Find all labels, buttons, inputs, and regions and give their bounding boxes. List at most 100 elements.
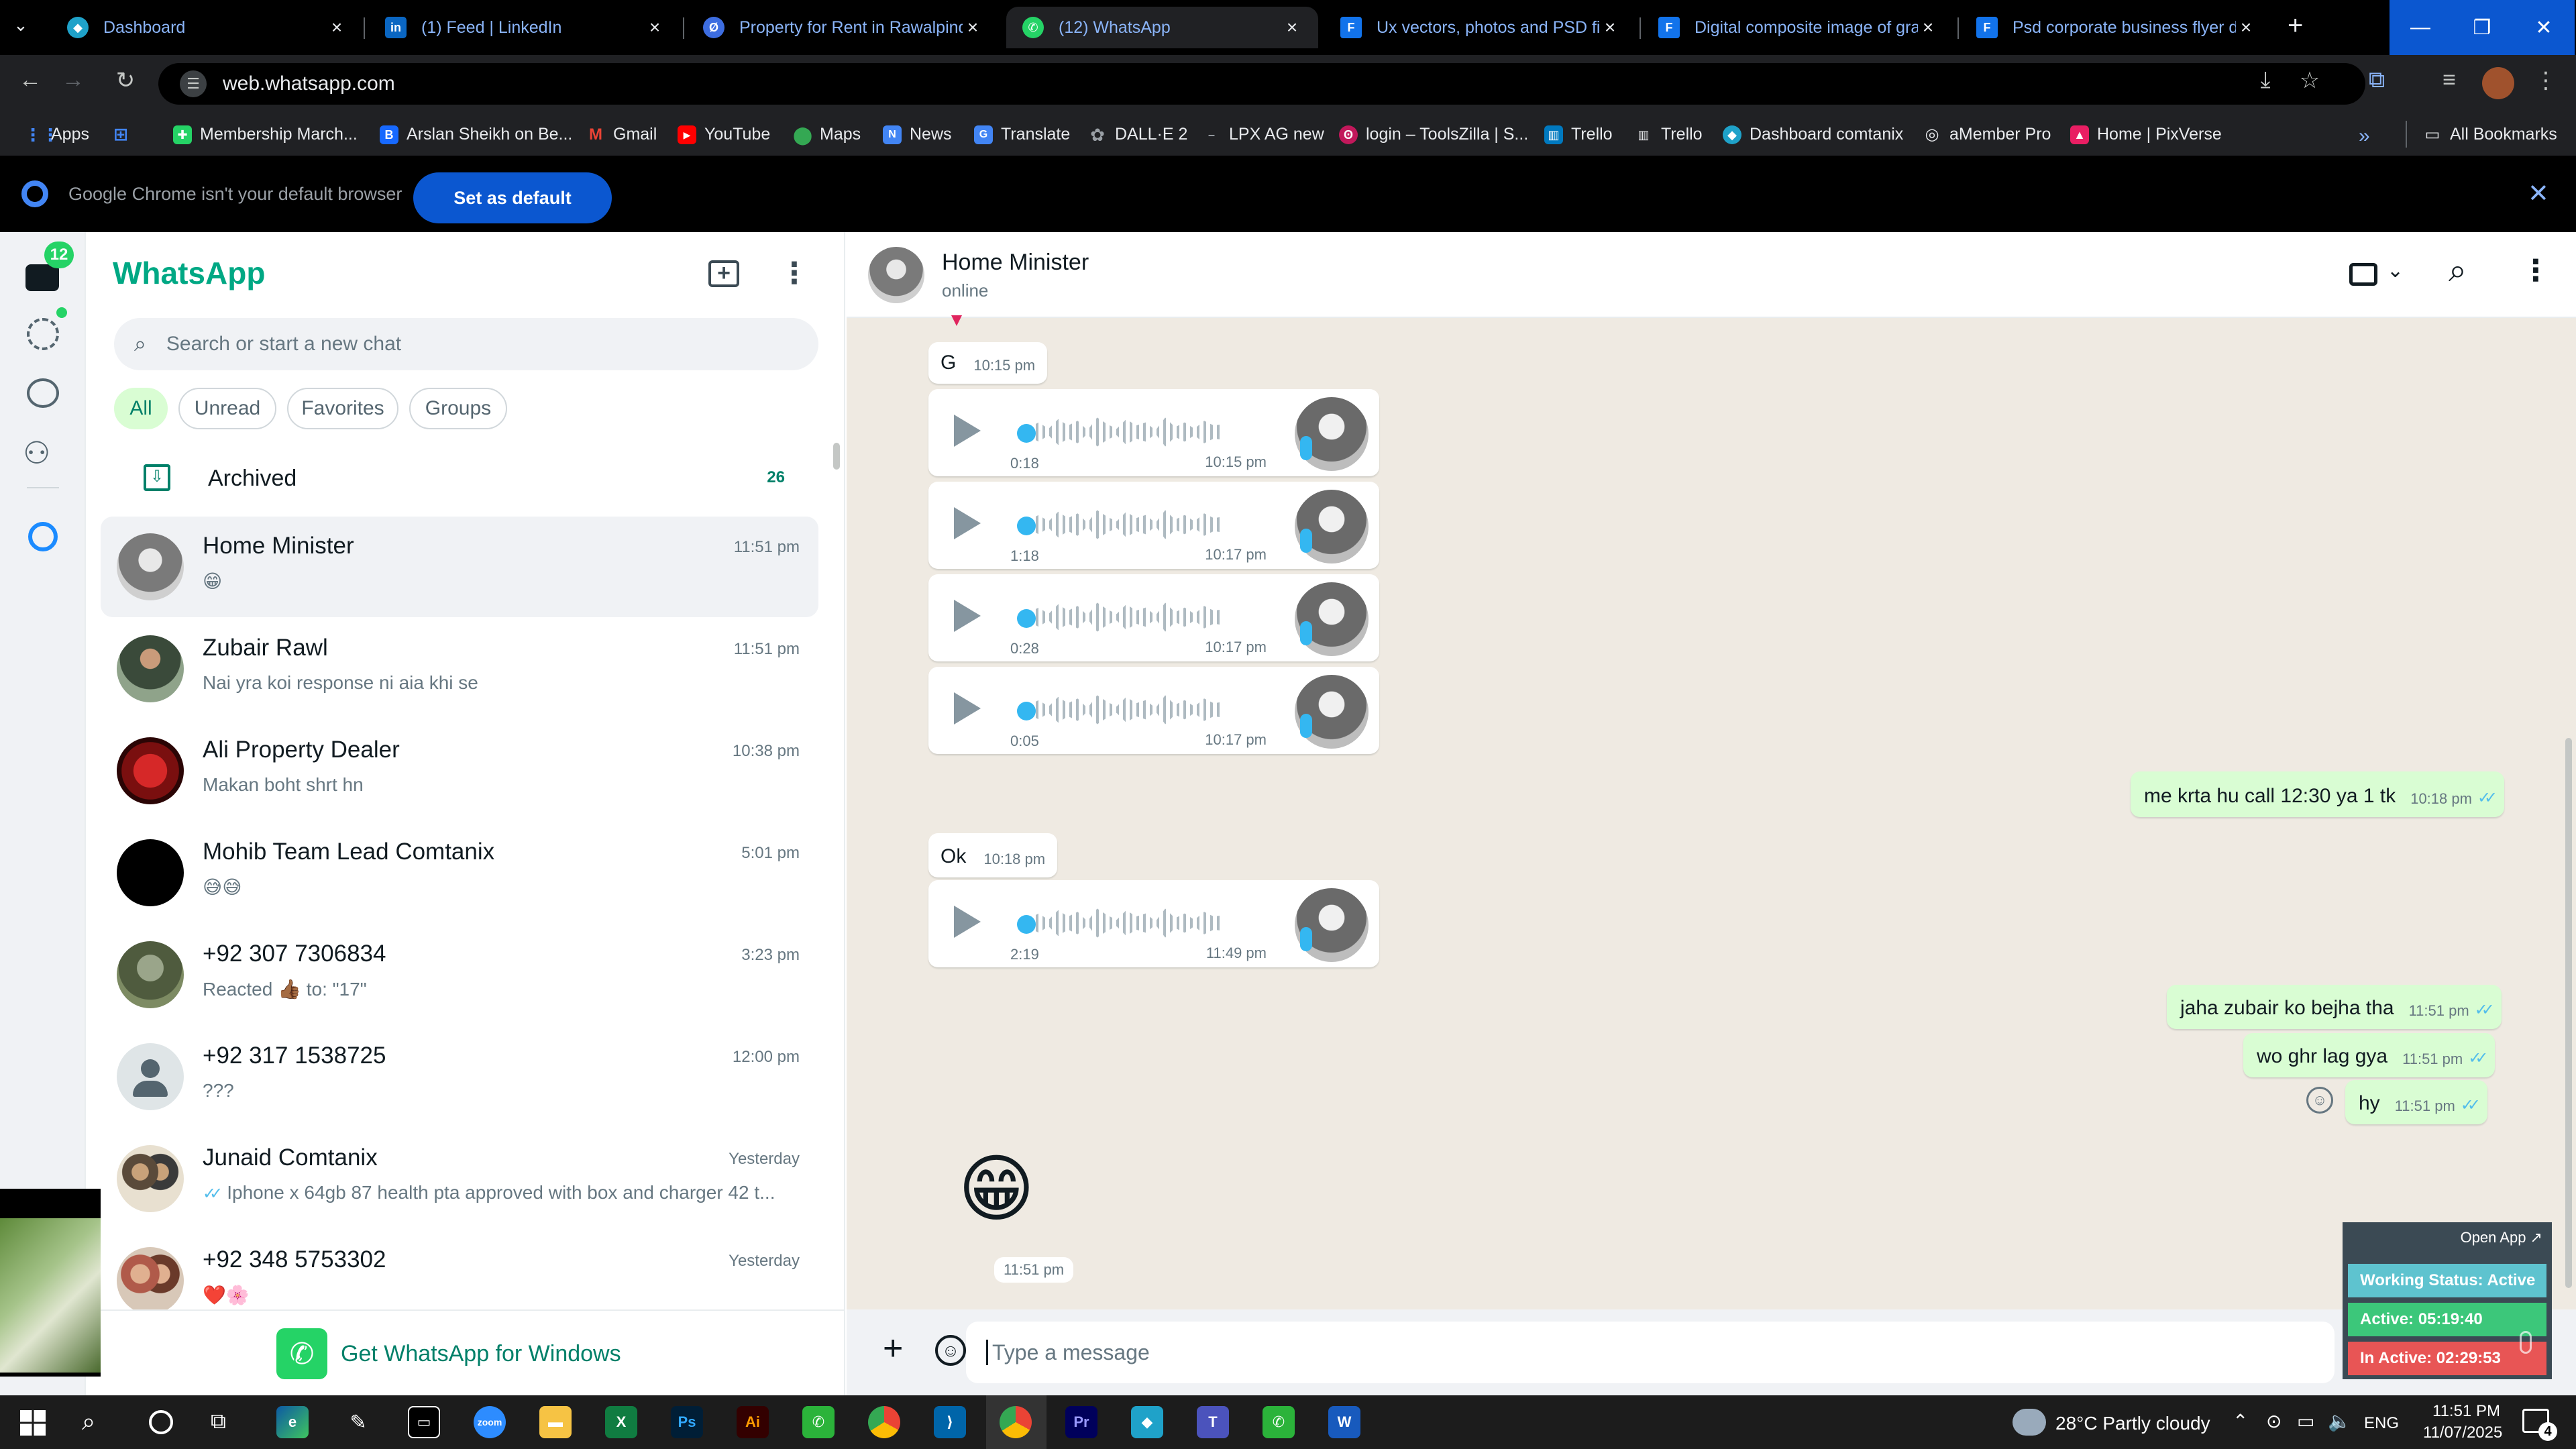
get-whatsapp-windows-link[interactable]: ✆ Get WhatsApp for Windows: [276, 1328, 621, 1379]
bookmark-lpx[interactable]: – LPX AG new: [1202, 125, 1324, 144]
message-outgoing[interactable]: me krta hu call 12:30 ya 1 tk 10:18 pm ✓…: [2131, 771, 2505, 817]
bookmark-news[interactable]: N News: [883, 125, 952, 144]
playhead[interactable]: [1017, 424, 1036, 443]
volume-icon[interactable]: 🔈: [2328, 1410, 2351, 1432]
archived-row[interactable]: ⇩ Archived 26: [101, 453, 818, 503]
voice-message[interactable]: 2:19 11:49 pm: [928, 880, 1379, 967]
new-chat-icon[interactable]: +: [708, 260, 739, 287]
voice-message[interactable]: 0:28 10:17 pm: [928, 574, 1379, 661]
close-infobar-icon[interactable]: ✕: [2528, 178, 2549, 209]
conversation-header[interactable]: Home Minister online ⌄ ⌕ ⋮: [847, 232, 2576, 318]
chat-row[interactable]: +92 307 7306834 Reacted 👍🏾 to: "17" 3:23…: [101, 924, 818, 1025]
message-outgoing[interactable]: hy 11:51 pm ✓✓: [2345, 1080, 2488, 1124]
filter-groups[interactable]: Groups: [409, 388, 507, 429]
tab-whatsapp[interactable]: ✆ (12) WhatsApp ×: [1006, 7, 1318, 48]
filter-unread[interactable]: Unread: [178, 388, 276, 429]
bookmark-behance[interactable]: B Arslan Sheikh on Be...: [380, 125, 572, 144]
chat-row[interactable]: Home Minister 😁 11:51 pm: [101, 517, 818, 617]
address-bar[interactable]: ☰ web.whatsapp.com: [158, 63, 2365, 105]
message-outgoing[interactable]: wo ghr lag gya 11:51 pm ✓✓: [2243, 1033, 2496, 1077]
reload-icon[interactable]: ↻: [109, 67, 142, 94]
message-incoming[interactable]: G 10:15 pm: [928, 342, 1048, 384]
edge-icon[interactable]: e: [276, 1406, 309, 1438]
playhead[interactable]: [1017, 915, 1036, 934]
filter-all[interactable]: All: [114, 388, 168, 429]
menu-kebab-icon[interactable]: ⋮: [2521, 254, 2551, 288]
bookmark-toolszilla[interactable]: ʘ login – ToolsZilla | S...: [1339, 125, 1528, 144]
minimize-button[interactable]: —: [2390, 0, 2451, 55]
file-explorer-icon[interactable]: ▬: [539, 1406, 572, 1438]
status-icon[interactable]: [27, 318, 59, 350]
close-icon[interactable]: ×: [1918, 17, 1938, 38]
open-app-link[interactable]: Open App ↗: [2461, 1229, 2542, 1246]
play-icon[interactable]: [954, 415, 981, 447]
bookmark-trello-2[interactable]: ▥ Trello: [1634, 125, 1702, 144]
vscode-icon[interactable]: ⟩: [934, 1406, 966, 1438]
teams-icon[interactable]: T: [1197, 1406, 1229, 1438]
tab-digital-composite[interactable]: F Digital composite image of gra ×: [1642, 7, 1954, 48]
bookmark-youtube[interactable]: ▶ YouTube: [678, 125, 770, 144]
clock-time[interactable]: 11:51 PM: [2432, 1402, 2500, 1421]
language-indicator[interactable]: ENG: [2364, 1414, 2399, 1433]
search-icon[interactable]: ⌕: [2449, 252, 2467, 290]
pen-tool-icon[interactable]: ✎: [342, 1406, 374, 1438]
tab-search-chevron-icon[interactable]: ⌄: [13, 15, 28, 36]
waveform[interactable]: [1029, 908, 1224, 938]
bookmark-membership[interactable]: ✚ Membership March...: [173, 125, 358, 144]
playhead[interactable]: [1017, 517, 1036, 535]
waveform[interactable]: [1029, 695, 1224, 724]
illustrator-icon[interactable]: Ai: [737, 1406, 769, 1438]
tab-linkedin[interactable]: in (1) Feed | LinkedIn ×: [369, 7, 681, 48]
emoji-message[interactable]: 😁: [958, 1152, 1035, 1226]
site-settings-icon[interactable]: ☰: [180, 70, 207, 97]
channels-icon[interactable]: [27, 378, 59, 408]
bookmark-pixverse[interactable]: ▲ Home | PixVerse: [2070, 125, 2222, 144]
chevron-down-icon[interactable]: ⌄: [2387, 259, 2404, 282]
react-emoji-icon[interactable]: ☺: [2306, 1087, 2333, 1114]
vpn-icon[interactable]: ⊙: [2266, 1410, 2282, 1432]
voice-message[interactable]: 0:18 10:15 pm: [928, 389, 1379, 476]
word-icon[interactable]: W: [1328, 1406, 1360, 1438]
bookmark-trello-1[interactable]: ▥ Trello: [1544, 125, 1613, 144]
chat-row[interactable]: Mohib Team Lead Comtanix 😅😅 5:01 pm: [101, 822, 818, 923]
profile-avatar[interactable]: [2482, 67, 2514, 99]
conversation-scrollbar[interactable]: [2565, 738, 2572, 1288]
chrome-icon[interactable]: [868, 1406, 900, 1438]
play-icon[interactable]: [954, 692, 981, 724]
voice-message[interactable]: 1:18 10:17 pm: [928, 482, 1379, 569]
cortana-icon[interactable]: [149, 1410, 173, 1434]
mic-icon[interactable]: [2520, 1331, 2532, 1354]
clock-date[interactable]: 11/07/2025: [2423, 1424, 2502, 1442]
chat-row[interactable]: Zubair Rawl Nai yra koi response ni aia …: [101, 619, 818, 719]
all-bookmarks[interactable]: ▭ All Bookmarks: [2423, 125, 2557, 144]
tab-psd-flyer[interactable]: F Psd corporate business flyer de ×: [1960, 7, 2272, 48]
communities-icon[interactable]: ⚇: [23, 435, 50, 471]
extensions-icon[interactable]: ⧉: [2360, 67, 2394, 93]
photoshop-icon[interactable]: Ps: [671, 1406, 703, 1438]
bookmark-grid[interactable]: ⊞: [111, 125, 138, 144]
bookmark-gmail[interactable]: M Gmail: [586, 125, 657, 144]
play-icon[interactable]: [954, 600, 981, 632]
more-bookmarks-icon[interactable]: »: [2359, 125, 2370, 148]
close-icon[interactable]: ×: [1282, 17, 1302, 38]
scrollbar[interactable]: [833, 443, 840, 470]
playhead[interactable]: [1017, 702, 1036, 720]
phone-app-icon[interactable]: ✆: [1263, 1406, 1295, 1438]
bookmark-amember[interactable]: ◎ aMember Pro: [1923, 125, 2051, 144]
chat-row[interactable]: +92 348 5753302 ❤️🌸 Yesterday: [101, 1230, 818, 1309]
phone-app-icon[interactable]: ✆: [802, 1406, 835, 1438]
video-thumbnail[interactable]: [0, 1189, 101, 1377]
chat-row[interactable]: Junaid Comtanix ✓✓ Iphone x 64gb 87 healt…: [101, 1128, 818, 1229]
reading-list-icon[interactable]: ≡: [2432, 67, 2466, 93]
new-tab-plus-icon[interactable]: +: [2288, 11, 2303, 41]
bookmark-star-icon[interactable]: ☆: [2293, 67, 2326, 94]
attach-plus-icon[interactable]: +: [883, 1328, 903, 1368]
meta-ai-icon[interactable]: [28, 522, 58, 551]
bookmark-translate[interactable]: G Translate: [974, 125, 1070, 144]
back-arrow-icon[interactable]: ←: [13, 67, 47, 93]
set-as-default-button[interactable]: Set as default: [413, 172, 612, 223]
excel-icon[interactable]: X: [605, 1406, 637, 1438]
sticker-emoji-icon[interactable]: ☺: [935, 1335, 966, 1366]
play-icon[interactable]: [954, 507, 981, 539]
message-incoming[interactable]: Ok 10:18 pm: [928, 833, 1058, 877]
